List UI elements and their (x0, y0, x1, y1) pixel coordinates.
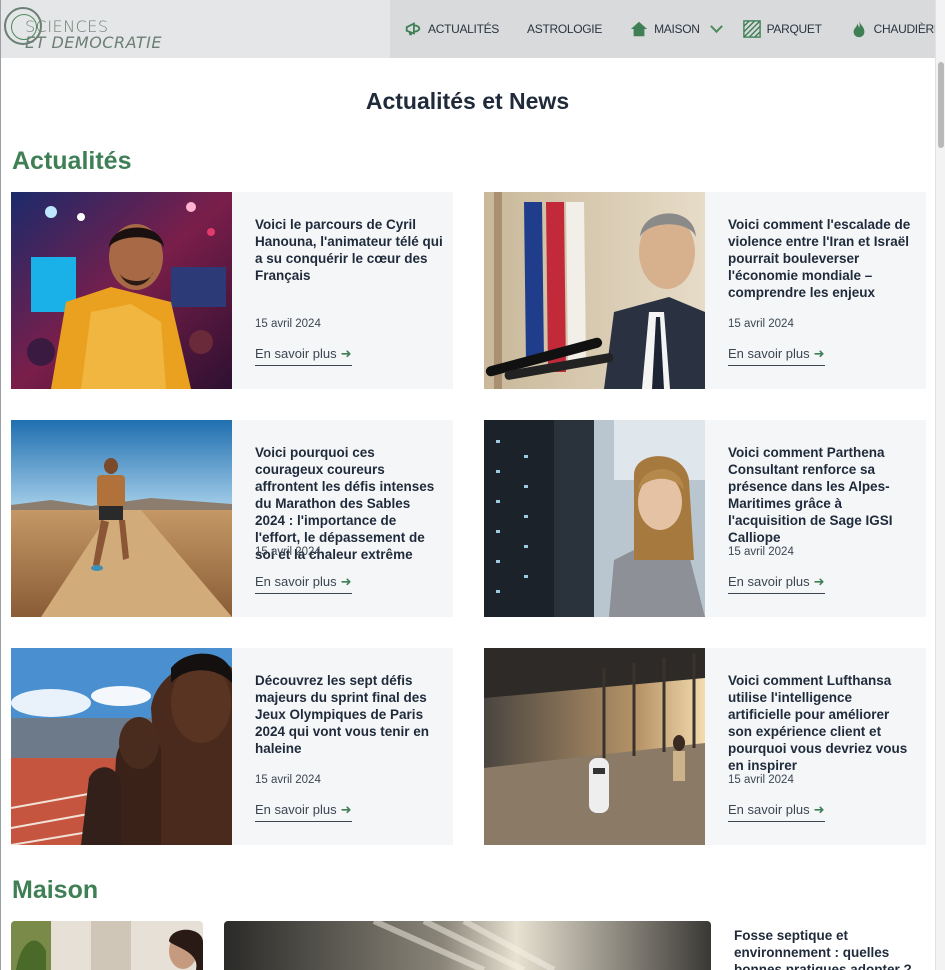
read-more-label: En savoir plus (255, 802, 337, 817)
nav-item-actualites[interactable]: ACTUALITÉS (404, 0, 499, 58)
scrollbar-thumb[interactable] (938, 62, 944, 148)
article-date: 15 avril 2024 (728, 774, 794, 786)
read-more-link[interactable]: En savoir plus ➜ (255, 802, 352, 822)
nav-label-chaudiere: CHAUDIÈRE (873, 22, 942, 36)
parquet-icon (742, 20, 761, 38)
article-title[interactable]: Découvrez les sept défis majeurs du spri… (255, 672, 443, 757)
house-icon (630, 21, 648, 37)
arrow-right-icon: ➜ (813, 574, 825, 589)
maison-article-thumbnail[interactable] (11, 921, 203, 970)
nav-item-chaudiere[interactable]: CHAUDIÈRE (850, 0, 945, 58)
read-more-link[interactable]: En savoir plus ➜ (728, 802, 825, 822)
site-logo[interactable]: SCIENCES ET DEMOCRATIE (3, 5, 163, 53)
chevron-down-icon[interactable] (709, 19, 723, 33)
read-more-link[interactable]: En savoir plus ➜ (255, 574, 352, 594)
nav-label-astrologie: ASTROLOGIE (527, 22, 603, 36)
scrollbar[interactable] (935, 0, 945, 970)
article-thumbnail-sprinters[interactable] (11, 648, 232, 845)
read-more-label: En savoir plus (728, 346, 810, 361)
article-title[interactable]: Voici comment Lufthansa utilise l'intell… (728, 672, 916, 774)
article-thumbnail-airport-robot[interactable] (484, 648, 705, 845)
maison-featured-thumbnail[interactable] (224, 921, 711, 970)
nav-label-parquet: PARQUET (766, 22, 822, 36)
section-heading-maison: Maison (12, 876, 99, 904)
article-date: 15 avril 2024 (255, 546, 321, 558)
site-header: SCIENCES ET DEMOCRATIE ACTUALITÉS ASTROL… (1, 0, 942, 58)
article-date: 15 avril 2024 (728, 546, 794, 558)
read-more-label: En savoir plus (255, 574, 337, 589)
article-card[interactable]: Voici le parcours de Cyril Hanouna, l'an… (11, 192, 453, 389)
arrow-right-icon: ➜ (340, 574, 352, 589)
article-date: 15 avril 2024 (255, 318, 321, 330)
article-title[interactable]: Voici comment l'escalade de violence ent… (728, 216, 916, 301)
read-more-link[interactable]: En savoir plus ➜ (728, 574, 825, 594)
window-frame-edge (0, 0, 1, 970)
article-date: 15 avril 2024 (728, 318, 794, 330)
arrow-right-icon: ➜ (340, 346, 352, 361)
article-title[interactable]: Voici comment Parthena Consultant renfor… (728, 444, 916, 546)
section-heading-actualites: Actualités (12, 147, 132, 175)
megaphone-icon (405, 22, 421, 36)
page-title: Actualités et News (365, 88, 570, 114)
read-more-label: En savoir plus (255, 346, 337, 361)
flame-icon (853, 20, 865, 38)
nav-label-actualites: ACTUALITÉS (428, 22, 500, 36)
read-more-label: En savoir plus (728, 802, 810, 817)
article-card[interactable]: Voici comment Lufthansa utilise l'intell… (484, 648, 926, 845)
maison-article-title[interactable]: Fosse septique et environnement : quelle… (734, 927, 926, 970)
article-thumbnail-tv-host[interactable] (11, 192, 232, 389)
read-more-label: En savoir plus (728, 574, 810, 589)
nav-item-parquet[interactable]: PARQUET (742, 0, 822, 58)
article-card[interactable]: Voici comment Parthena Consultant renfor… (484, 420, 926, 617)
nav-item-maison[interactable]: MAISON (630, 0, 723, 58)
article-card[interactable]: Découvrez les sept défis majeurs du spri… (11, 648, 453, 845)
arrow-right-icon: ➜ (813, 346, 825, 361)
read-more-link[interactable]: En savoir plus ➜ (255, 346, 352, 366)
article-thumbnail-desert-runner[interactable] (11, 420, 232, 617)
article-thumbnail-politician[interactable] (484, 192, 705, 389)
arrow-right-icon: ➜ (813, 802, 825, 817)
article-title[interactable]: Voici le parcours de Cyril Hanouna, l'an… (255, 216, 443, 284)
article-thumbnail-datacenter-woman[interactable] (484, 420, 705, 617)
nav-item-astrologie[interactable]: ASTROLOGIE (527, 0, 602, 58)
article-card[interactable]: Voici pourquoi ces courageux coureurs af… (11, 420, 453, 617)
logo-text-line2: ET DEMOCRATIE (25, 33, 162, 52)
nav-label-maison: MAISON (654, 22, 700, 36)
article-date: 15 avril 2024 (255, 774, 321, 786)
arrow-right-icon: ➜ (340, 802, 352, 817)
article-card[interactable]: Voici comment l'escalade de violence ent… (484, 192, 926, 389)
read-more-link[interactable]: En savoir plus ➜ (728, 346, 825, 366)
main-nav: ACTUALITÉS ASTROLOGIE MAISON PARQUET CHA… (390, 0, 942, 58)
